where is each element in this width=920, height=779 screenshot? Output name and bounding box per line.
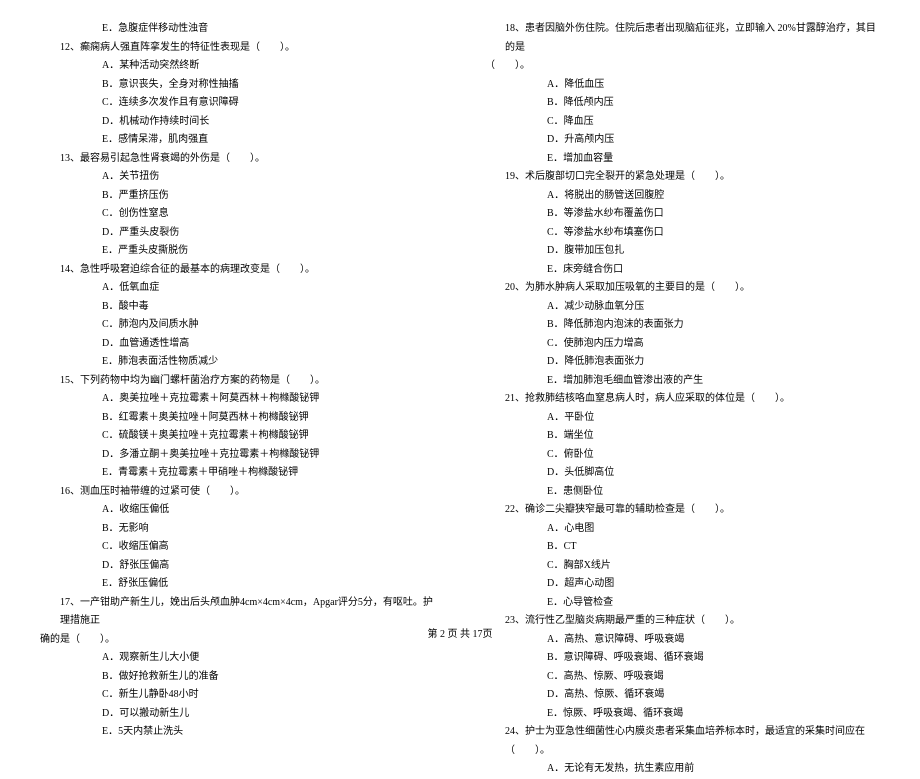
right-column: 18、患者因脑外伤住院。住院后患者出现脑疝征兆，立即输入 20%甘露醇治疗，其目… [485, 20, 880, 600]
continued-option: E．急腹症伴移动性浊音 [40, 20, 435, 39]
options-list: A．将脱出的肠管送回腹腔B．等渗盐水纱布覆盖伤口C．等渗盐水纱布填塞伤口D．腹带… [485, 187, 880, 280]
page-footer: 第 2 页 共 17页 [0, 625, 920, 640]
option-item: D．降低肺泡表面张力 [547, 353, 880, 372]
option-item: B．无影响 [102, 520, 435, 539]
option-item: D．腹带加压包扎 [547, 242, 880, 261]
option-item: C．连续多次发作且有意识障碍 [102, 94, 435, 113]
option-item: A．关节扭伤 [102, 168, 435, 187]
option-item: C．胸部X线片 [547, 557, 880, 576]
options-list: A．心电图B．CTC．胸部X线片D．超声心动图E．心导管检查 [485, 520, 880, 613]
question-stem: 20、为肺水肿病人采取加压吸氧的主要目的是（ ）。 [485, 279, 880, 298]
option-item: B．意识丧失，全身对称性抽搐 [102, 76, 435, 95]
option-item: E．惊厥、呼吸衰竭、循环衰竭 [547, 705, 880, 724]
options-list: A．某种活动突然终断B．意识丧失，全身对称性抽搐C．连续多次发作且有意识障碍D．… [40, 57, 435, 150]
option-item: C．等渗盐水纱布填塞伤口 [547, 224, 880, 243]
option-item: A．无论有无发热，抗生素应用前 [547, 760, 880, 779]
question-stem: 18、患者因脑外伤住院。住院后患者出现脑疝征兆，立即输入 20%甘露醇治疗，其目… [485, 20, 880, 57]
option-item: B．端坐位 [547, 427, 880, 446]
option-item: C．收缩压偏高 [102, 538, 435, 557]
question-stem: 22、确诊二尖瓣狭窄最可靠的辅助检查是（ ）。 [485, 501, 880, 520]
option-item: B．降低颅内压 [547, 94, 880, 113]
option-item: C．新生儿静卧48小时 [102, 686, 435, 705]
question-stem: 16、测血压时袖带缠的过紧可使（ ）。 [40, 483, 435, 502]
question-stem: 21、抢救肺结核咯血窒息病人时，病人应采取的体位是（ ）。 [485, 390, 880, 409]
option-item: E．床旁缝合伤口 [547, 261, 880, 280]
option-item: D．多潘立酮＋奥美拉唑＋克拉霉素＋枸橼酸铋钾 [102, 446, 435, 465]
option-item: B．酸中毒 [102, 298, 435, 317]
option-item: B．CT [547, 538, 880, 557]
option-item: E．5天内禁止洗头 [102, 723, 435, 742]
options-list: A．奥美拉唑＋克拉霉素＋阿莫西林＋枸橼酸铋钾B．红霉素＋奥美拉唑＋阿莫西林＋枸橼… [40, 390, 435, 483]
option-item: C．使肺泡内压力增高 [547, 335, 880, 354]
question-stem: 12、癫痫病人强直阵挛发生的特征性表现是（ ）。 [40, 39, 435, 58]
option-item: D．高热、惊厥、循环衰竭 [547, 686, 880, 705]
option-item: A．降低血压 [547, 76, 880, 95]
option-item: A．低氧血症 [102, 279, 435, 298]
option-item: B．严重挤压伤 [102, 187, 435, 206]
option-item: A．平卧位 [547, 409, 880, 428]
options-list: A．观察新生儿大小便B．做好抢救新生儿的准备C．新生儿静卧48小时D．可以搬动新… [40, 649, 435, 742]
option-item: E．青霉素＋克拉霉素＋甲硝唑＋枸橼酸铋钾 [102, 464, 435, 483]
option-item: B．等渗盐水纱布覆盖伤口 [547, 205, 880, 224]
option-item: C．肺泡内及间质水肿 [102, 316, 435, 335]
option-item: A．观察新生儿大小便 [102, 649, 435, 668]
options-list: A．降低血压B．降低颅内压C．降血压D．升高颅内压E．增加血容量 [485, 76, 880, 169]
option-item: A．收缩压偏低 [102, 501, 435, 520]
option-item: A．奥美拉唑＋克拉霉素＋阿莫西林＋枸橼酸铋钾 [102, 390, 435, 409]
option-item: B．降低肺泡内泡沫的表面张力 [547, 316, 880, 335]
option-item: E．舒张压偏低 [102, 575, 435, 594]
option-item: B．红霉素＋奥美拉唑＋阿莫西林＋枸橼酸铋钾 [102, 409, 435, 428]
options-list: A．低氧血症B．酸中毒C．肺泡内及间质水肿D．血管通透性增高E．肺泡表面活性物质… [40, 279, 435, 372]
option-item: B．意识障碍、呼吸衰竭、循环衰竭 [547, 649, 880, 668]
left-column: E．急腹症伴移动性浊音12、癫痫病人强直阵挛发生的特征性表现是（ ）。A．某种活… [40, 20, 435, 600]
option-item: D．机械动作持续时间长 [102, 113, 435, 132]
option-item: E．感情呆滞，肌肉强直 [102, 131, 435, 150]
option-item: A．减少动脉血氧分压 [547, 298, 880, 317]
option-item: D．头低脚高位 [547, 464, 880, 483]
question-stem: 13、最容易引起急性肾衰竭的外伤是（ ）。 [40, 150, 435, 169]
options-list: A．高热、意识障碍、呼吸衰竭B．意识障碍、呼吸衰竭、循环衰竭C．高热、惊厥、呼吸… [485, 631, 880, 724]
question-stem-wrap: （ ）。 [485, 57, 880, 76]
option-item: E．肺泡表面活性物质减少 [102, 353, 435, 372]
option-item: C．创伤性窒息 [102, 205, 435, 224]
question-stem: 14、急性呼吸窘迫综合征的最基本的病理改变是（ ）。 [40, 261, 435, 280]
option-item: C．高热、惊厥、呼吸衰竭 [547, 668, 880, 687]
option-item: A．心电图 [547, 520, 880, 539]
option-item: C．硫酸镁＋奥美拉唑＋克拉霉素＋枸橼酸铋钾 [102, 427, 435, 446]
option-item: E．患侧卧位 [547, 483, 880, 502]
option-item: D．超声心动图 [547, 575, 880, 594]
option-item: D．升高颅内压 [547, 131, 880, 150]
options-list: A．关节扭伤B．严重挤压伤C．创伤性窒息D．严重头皮裂伤E．严重头皮撕脱伤 [40, 168, 435, 261]
option-item: E．心导管检查 [547, 594, 880, 613]
question-stem: 19、术后腹部切口完全裂开的紧急处理是（ ）。 [485, 168, 880, 187]
options-list: A．收缩压偏低B．无影响C．收缩压偏高D．舒张压偏高E．舒张压偏低 [40, 501, 435, 594]
option-item: D．血管通透性增高 [102, 335, 435, 354]
option-item: E．增加肺泡毛细血管渗出液的产生 [547, 372, 880, 391]
option-item: A．某种活动突然终断 [102, 57, 435, 76]
option-item: D．可以搬动新生儿 [102, 705, 435, 724]
option-item: D．严重头皮裂伤 [102, 224, 435, 243]
option-item: C．降血压 [547, 113, 880, 132]
option-item: E．增加血容量 [547, 150, 880, 169]
option-item: C．俯卧位 [547, 446, 880, 465]
question-stem: 15、下列药物中均为幽门螺杆菌治疗方案的药物是（ ）。 [40, 372, 435, 391]
options-list: A．减少动脉血氧分压B．降低肺泡内泡沫的表面张力C．使肺泡内压力增高D．降低肺泡… [485, 298, 880, 391]
option-item: A．将脱出的肠管送回腹腔 [547, 187, 880, 206]
question-stem: 24、护士为亚急性细菌性心内膜炎患者采集血培养标本时，最适宜的采集时间应在（ ）… [485, 723, 880, 760]
option-item: D．舒张压偏高 [102, 557, 435, 576]
option-item: E．严重头皮撕脱伤 [102, 242, 435, 261]
options-list: A．无论有无发热，抗生素应用前 [485, 760, 880, 779]
options-list: A．平卧位B．端坐位C．俯卧位D．头低脚高位E．患侧卧位 [485, 409, 880, 502]
option-item: B．做好抢救新生儿的准备 [102, 668, 435, 687]
